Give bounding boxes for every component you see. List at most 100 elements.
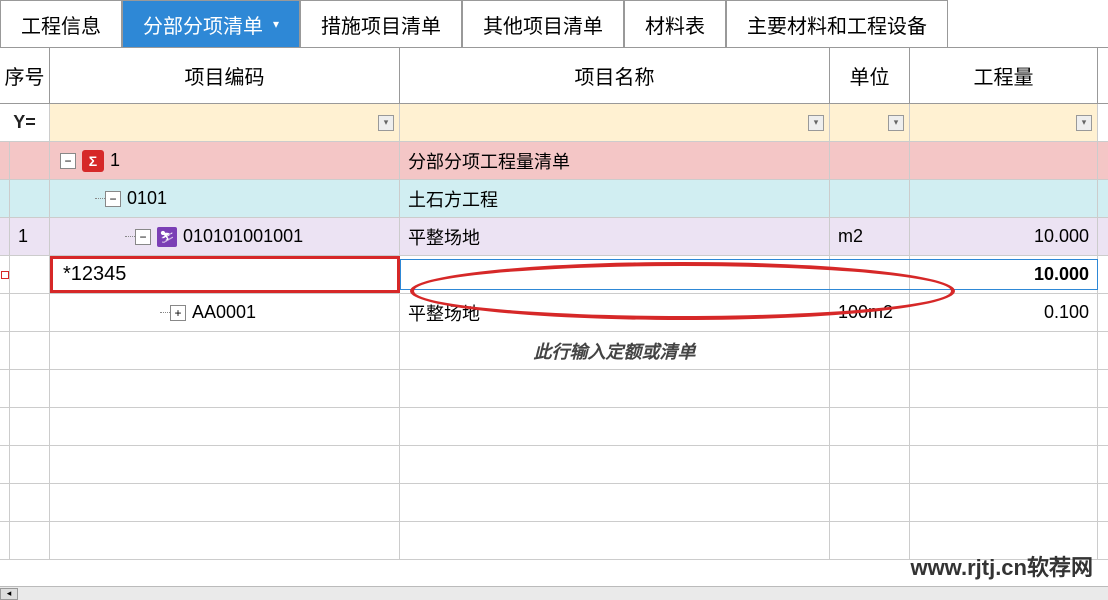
row-gutter — [0, 370, 10, 407]
filter-name[interactable]: ▾ — [400, 104, 830, 141]
seq-cell — [10, 180, 50, 217]
tab-label: 其他项目清单 — [483, 10, 603, 39]
table-row-empty[interactable] — [0, 484, 1108, 522]
code-cell[interactable] — [50, 332, 400, 369]
filter-dropdown-icon[interactable]: ▾ — [378, 115, 394, 131]
name-cell[interactable] — [400, 370, 830, 407]
tree-line — [95, 198, 105, 199]
filter-unit[interactable]: ▾ — [830, 104, 910, 141]
tab-other-list[interactable]: 其他项目清单 — [462, 0, 624, 47]
code-cell[interactable]: + AA0001 — [50, 294, 400, 331]
code-cell[interactable] — [50, 408, 400, 445]
unit-cell[interactable] — [830, 332, 910, 369]
scroll-left-icon[interactable]: ◂ — [0, 588, 18, 600]
qty-cell[interactable] — [910, 408, 1098, 445]
col-header-qty[interactable]: 工程量 — [910, 48, 1098, 103]
table-row-empty[interactable] — [0, 446, 1108, 484]
tab-main-material[interactable]: 主要材料和工程设备 — [726, 0, 948, 47]
row-gutter — [0, 522, 10, 559]
code-cell[interactable] — [50, 484, 400, 521]
code-input-cell[interactable]: *12345 — [50, 256, 400, 293]
table-row[interactable]: 1 − ⛷ 010101001001 平整场地 m2 10.000 — [0, 218, 1108, 256]
expand-icon[interactable]: + — [170, 305, 186, 321]
name-cell[interactable]: 分部分项工程量清单 — [400, 142, 830, 179]
unit-cell[interactable] — [830, 256, 910, 293]
filter-dropdown-icon[interactable]: ▾ — [1076, 115, 1092, 131]
unit-cell[interactable] — [830, 408, 910, 445]
unit-cell[interactable] — [830, 142, 910, 179]
watermark: www.rjtj.cn软荐网 — [910, 550, 1093, 582]
code-cell[interactable]: − ⛷ 010101001001 — [50, 218, 400, 255]
code-cell[interactable]: − 0101 — [50, 180, 400, 217]
table-row[interactable]: − Σ 1 分部分项工程量清单 — [0, 142, 1108, 180]
unit-cell[interactable] — [830, 180, 910, 217]
hint-text[interactable]: 此行输入定额或清单 — [400, 332, 830, 369]
name-cell[interactable] — [400, 408, 830, 445]
row-gutter — [0, 256, 10, 293]
unit-cell[interactable] — [830, 522, 910, 559]
row-gutter — [0, 142, 10, 179]
unit-cell[interactable] — [830, 370, 910, 407]
tab-label: 主要材料和工程设备 — [747, 10, 927, 39]
name-cell[interactable]: 平整场地 — [400, 294, 830, 331]
qty-cell[interactable] — [910, 446, 1098, 483]
code-cell[interactable] — [50, 370, 400, 407]
code-cell[interactable] — [50, 522, 400, 559]
row-gutter — [0, 484, 10, 521]
unit-cell[interactable]: 100m2 — [830, 294, 910, 331]
code-cell[interactable] — [50, 446, 400, 483]
qty-cell[interactable]: 10.000 — [910, 256, 1098, 293]
table-row-hint[interactable]: 此行输入定额或清单 — [0, 332, 1108, 370]
table-row-empty[interactable] — [0, 370, 1108, 408]
col-header-unit[interactable]: 单位 — [830, 48, 910, 103]
qty-cell[interactable] — [910, 180, 1098, 217]
row-gutter — [0, 332, 10, 369]
chevron-down-icon[interactable]: ▾ — [273, 17, 279, 31]
qty-cell[interactable]: 10.000 — [910, 218, 1098, 255]
name-cell[interactable] — [400, 256, 830, 293]
filter-icon[interactable]: Y= — [13, 112, 36, 133]
col-header-seq[interactable]: 序号 — [0, 48, 50, 103]
seq-cell — [10, 370, 50, 407]
table-row-selected[interactable]: *12345 10.000 — [0, 256, 1108, 294]
tab-itemized-list[interactable]: 分部分项清单 ▾ — [122, 0, 300, 47]
code-cell[interactable]: − Σ 1 — [50, 142, 400, 179]
column-header-row: 序号 项目编码 项目名称 单位 工程量 — [0, 48, 1108, 104]
name-cell[interactable] — [400, 484, 830, 521]
unit-cell[interactable] — [830, 484, 910, 521]
name-cell[interactable]: 土石方工程 — [400, 180, 830, 217]
table-row[interactable]: − 0101 土石方工程 — [0, 180, 1108, 218]
unit-cell[interactable] — [830, 446, 910, 483]
tab-material-table[interactable]: 材料表 — [624, 0, 726, 47]
collapse-icon[interactable]: − — [105, 191, 121, 207]
collapse-icon[interactable]: − — [60, 153, 76, 169]
col-header-name[interactable]: 项目名称 — [400, 48, 830, 103]
collapse-icon[interactable]: − — [135, 229, 151, 245]
filter-dropdown-icon[interactable]: ▾ — [888, 115, 904, 131]
filter-code[interactable]: ▾ — [50, 104, 400, 141]
seq-cell — [10, 446, 50, 483]
tab-bar: 工程信息 分部分项清单 ▾ 措施项目清单 其他项目清单 材料表 主要材料和工程设… — [0, 0, 1108, 48]
qty-cell[interactable] — [910, 332, 1098, 369]
filter-qty[interactable]: ▾ — [910, 104, 1098, 141]
horizontal-scrollbar[interactable]: ◂ — [0, 586, 1108, 600]
name-cell[interactable] — [400, 446, 830, 483]
filter-dropdown-icon[interactable]: ▾ — [808, 115, 824, 131]
filter-row: Y= ▾ ▾ ▾ ▾ — [0, 104, 1108, 142]
code-text: 010101001001 — [183, 226, 303, 247]
qty-cell[interactable]: 0.100 — [910, 294, 1098, 331]
name-cell[interactable]: 平整场地 — [400, 218, 830, 255]
tab-project-info[interactable]: 工程信息 — [0, 0, 122, 47]
qty-cell[interactable] — [910, 142, 1098, 179]
name-cell[interactable] — [400, 522, 830, 559]
tab-measure-list[interactable]: 措施项目清单 — [300, 0, 462, 47]
col-header-code[interactable]: 项目编码 — [50, 48, 400, 103]
table-row[interactable]: + AA0001 平整场地 100m2 0.100 — [0, 294, 1108, 332]
unit-cell[interactable]: m2 — [830, 218, 910, 255]
seq-cell — [10, 294, 50, 331]
table-row-empty[interactable] — [0, 408, 1108, 446]
row-marker-icon — [1, 271, 9, 279]
qty-cell[interactable] — [910, 484, 1098, 521]
qty-cell[interactable] — [910, 370, 1098, 407]
tree-line — [160, 312, 170, 313]
